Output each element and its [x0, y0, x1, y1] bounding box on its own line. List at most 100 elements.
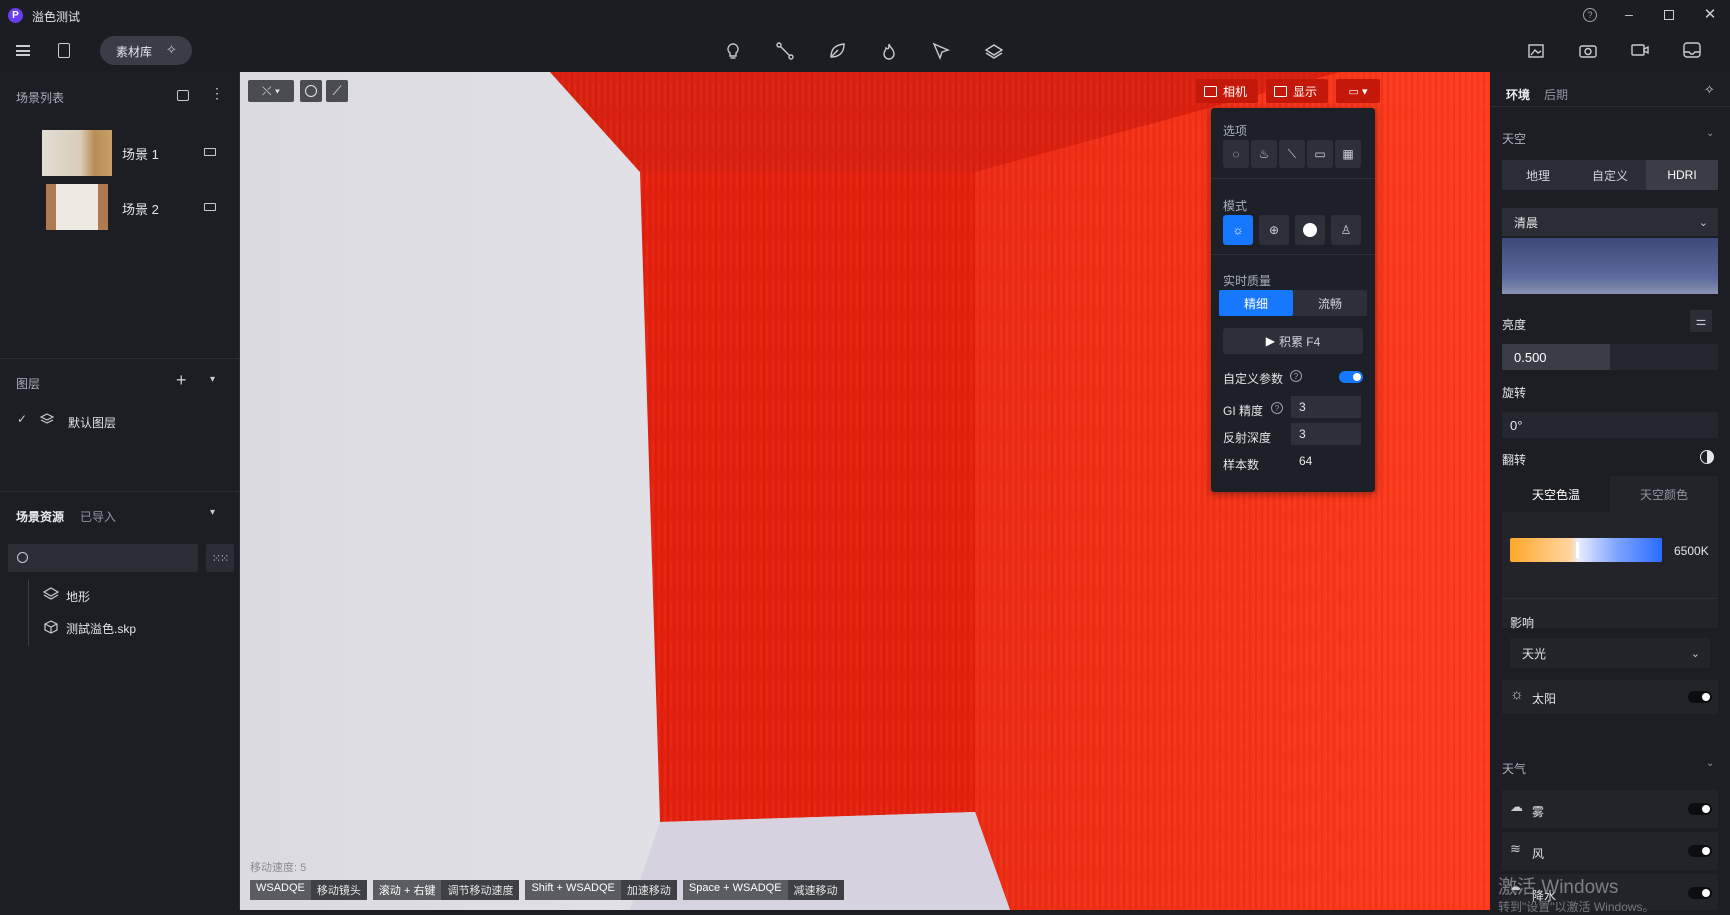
options-title: 选项 — [1223, 124, 1248, 138]
rotation-input[interactable]: 0° — [1502, 412, 1718, 438]
option-fire-icon[interactable]: ♨ — [1251, 140, 1277, 168]
help-icon[interactable]: ? — [1290, 370, 1302, 382]
display-button[interactable]: 显示 — [1266, 79, 1328, 103]
fire-icon[interactable] — [880, 42, 898, 60]
gi-precision-input[interactable]: 3 — [1291, 396, 1361, 418]
fog-toggle[interactable] — [1688, 803, 1712, 815]
tree-item-model[interactable]: 测試溢色.skp — [66, 620, 136, 637]
preset-value: 清晨 — [1514, 215, 1539, 230]
tree-item-terrain[interactable]: 地形 — [66, 588, 90, 605]
mode-person-icon[interactable]: ♙ — [1331, 215, 1361, 245]
contrast-icon[interactable] — [1700, 450, 1714, 464]
render-image-icon[interactable] — [1527, 41, 1547, 59]
left-panel: 场景列表 ⋮ 场景 1 场景 2 图层 + ▾ ✓ 默认图层 场景资源 已导入 … — [0, 72, 240, 910]
scene-camera-icon[interactable] — [204, 148, 216, 156]
temperature-gradient-slider[interactable] — [1510, 538, 1662, 562]
chevron-down-icon[interactable]: ⌄ — [1706, 758, 1714, 769]
ai-sparkle-icon[interactable]: ✧ — [166, 42, 177, 58]
reflection-depth-input[interactable]: 3 — [1291, 423, 1361, 445]
gizmo-button[interactable]: ⤬ ▾ — [248, 80, 294, 102]
layers-icon — [40, 413, 54, 424]
influence-dropdown[interactable]: 天光 ⌄ — [1510, 638, 1710, 668]
help-icon[interactable]: ? — [1271, 402, 1283, 414]
option-path-icon[interactable]: ⟍ — [1279, 140, 1305, 168]
light-bulb-icon[interactable] — [724, 42, 742, 60]
scene-item[interactable] — [42, 184, 112, 230]
option-grid-icon[interactable]: ▦ — [1335, 140, 1361, 168]
minimize-icon[interactable]: – — [1621, 6, 1637, 22]
main-toolbar: 素材库 ✧ — [0, 30, 1730, 72]
sparkle-icon[interactable]: ✧ — [1704, 82, 1715, 98]
mode-sphere-icon[interactable] — [1295, 215, 1325, 245]
cursor-add-icon[interactable] — [932, 42, 950, 60]
preset-dropdown[interactable]: 清晨 ⌄ — [1502, 208, 1718, 236]
collapse-icon[interactable]: ▾ — [210, 374, 215, 385]
scene-item[interactable] — [42, 130, 112, 176]
tab-environment[interactable]: 环境 — [1506, 86, 1530, 103]
collapse-icon[interactable]: ▾ — [210, 507, 215, 518]
rain-toggle[interactable] — [1688, 887, 1712, 899]
add-layer-icon[interactable]: + — [176, 370, 187, 391]
scene-item-label[interactable]: 场景 1 — [122, 144, 159, 163]
brightness-slider[interactable]: 0.500 — [1502, 344, 1718, 370]
video-icon[interactable] — [1630, 41, 1650, 59]
camera-icon[interactable] — [1578, 41, 1598, 59]
check-icon[interactable]: ✓ — [17, 412, 27, 426]
globe-icon[interactable] — [300, 80, 322, 102]
tab-post[interactable]: 后期 — [1544, 86, 1568, 103]
accumulate-label: 积累 F4 — [1278, 334, 1321, 349]
scene-item-label[interactable]: 场景 2 — [122, 199, 159, 218]
hdri-preview[interactable] — [1502, 238, 1718, 294]
weather-title: 天气 — [1502, 762, 1527, 776]
option-camera-icon[interactable]: ▭ — [1307, 140, 1333, 168]
terrain-icon[interactable] — [984, 42, 1004, 60]
camera-button[interactable]: 相机 — [1196, 79, 1258, 103]
option-light-icon[interactable]: ◌ — [1223, 140, 1249, 168]
accumulate-button[interactable]: ▶ 积累 F4 — [1223, 328, 1363, 354]
tab-sky-color[interactable]: 天空颜色 — [1610, 476, 1718, 512]
menu-icon[interactable] — [16, 45, 30, 56]
import-file-icon[interactable] — [58, 43, 70, 58]
chevron-down-icon[interactable]: ⌄ — [1706, 128, 1714, 139]
search-input[interactable] — [34, 547, 184, 569]
tab-imported[interactable]: 已导入 — [80, 508, 116, 525]
divider — [0, 491, 240, 492]
divider — [1490, 106, 1730, 107]
hint-key: WSADQE — [250, 880, 311, 900]
tab-custom[interactable]: 自定义 — [1574, 160, 1646, 190]
sun-toggle[interactable] — [1688, 691, 1712, 703]
model-cube-icon — [44, 620, 58, 634]
more-icon[interactable]: ⋮ — [210, 85, 224, 102]
move-speed-label: 移动速度: 5 — [250, 862, 307, 874]
tab-geography[interactable]: 地理 — [1502, 160, 1574, 190]
adjust-icon[interactable]: ⚌ — [1690, 310, 1712, 332]
path-tool-icon[interactable] — [776, 42, 794, 60]
asset-library-button[interactable]: 素材库 — [116, 43, 152, 60]
tab-sky-temperature[interactable]: 天空色温 — [1502, 476, 1610, 512]
tab-scene-assets[interactable]: 场景资源 — [16, 508, 64, 525]
close-icon[interactable]: ✕ — [1702, 5, 1718, 23]
scene-camera-icon[interactable] — [204, 203, 216, 211]
view-mode-dropdown[interactable]: ▭ ▾ — [1336, 79, 1380, 103]
divider — [1502, 598, 1718, 599]
panorama-icon[interactable] — [1682, 41, 1702, 59]
terrain-icon — [43, 587, 59, 600]
3d-viewport[interactable]: ⤬ ▾ ⟋ 相机 显示 ▭ ▾ 移动速度: 5 WSADQE 移动镜头 滚动 + … — [240, 72, 1490, 910]
mode-globe-icon[interactable]: ⊕ — [1259, 215, 1289, 245]
custom-params-toggle[interactable] — [1339, 371, 1363, 383]
mode-sun-icon[interactable]: ☼ — [1223, 215, 1253, 245]
add-scene-icon[interactable] — [177, 90, 189, 101]
maximize-icon[interactable] — [1664, 10, 1674, 20]
temperature-handle[interactable] — [1576, 542, 1579, 558]
help-icon[interactable]: ? — [1583, 8, 1597, 22]
wind-toggle[interactable] — [1688, 845, 1712, 857]
grid-view-button[interactable]: ⁙⁙ — [206, 544, 234, 572]
leaf-icon[interactable] — [828, 42, 846, 60]
quality-fine-button[interactable]: 精细 — [1219, 290, 1293, 316]
quality-smooth-button[interactable]: 流畅 — [1293, 290, 1367, 316]
default-layer-label[interactable]: 默认图层 — [68, 414, 116, 431]
eyedropper-icon[interactable]: ⟋ — [326, 80, 348, 102]
samples-input[interactable]: 64 — [1291, 450, 1361, 472]
tab-hdri[interactable]: HDRI — [1646, 160, 1718, 190]
hint-value: 加速移动 — [620, 880, 677, 900]
